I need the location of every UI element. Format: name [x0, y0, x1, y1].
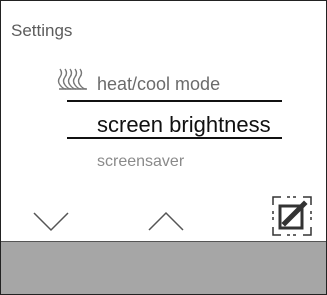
screen-title: Settings: [11, 21, 73, 40]
heat-waves-icon: [57, 67, 93, 91]
menu-item-heat-cool-mode[interactable]: heat/cool mode: [97, 74, 220, 95]
chevron-down-icon: [33, 212, 69, 232]
menu-item-screen-brightness[interactable]: screen brightness: [97, 112, 271, 138]
thermostat-screen: Settings heat/cool mode screen brightnes…: [0, 0, 327, 295]
selection-rule-top: [67, 100, 282, 102]
scroll-up-button[interactable]: [146, 205, 186, 235]
edit-icon: [272, 196, 312, 236]
footer-bar: [1, 241, 326, 294]
scroll-down-button[interactable]: [31, 205, 71, 235]
menu-item-screensaver[interactable]: screensaver: [97, 153, 184, 171]
chevron-up-icon: [148, 211, 184, 231]
selection-rule-bottom: [67, 137, 282, 139]
edit-button[interactable]: [271, 195, 313, 237]
